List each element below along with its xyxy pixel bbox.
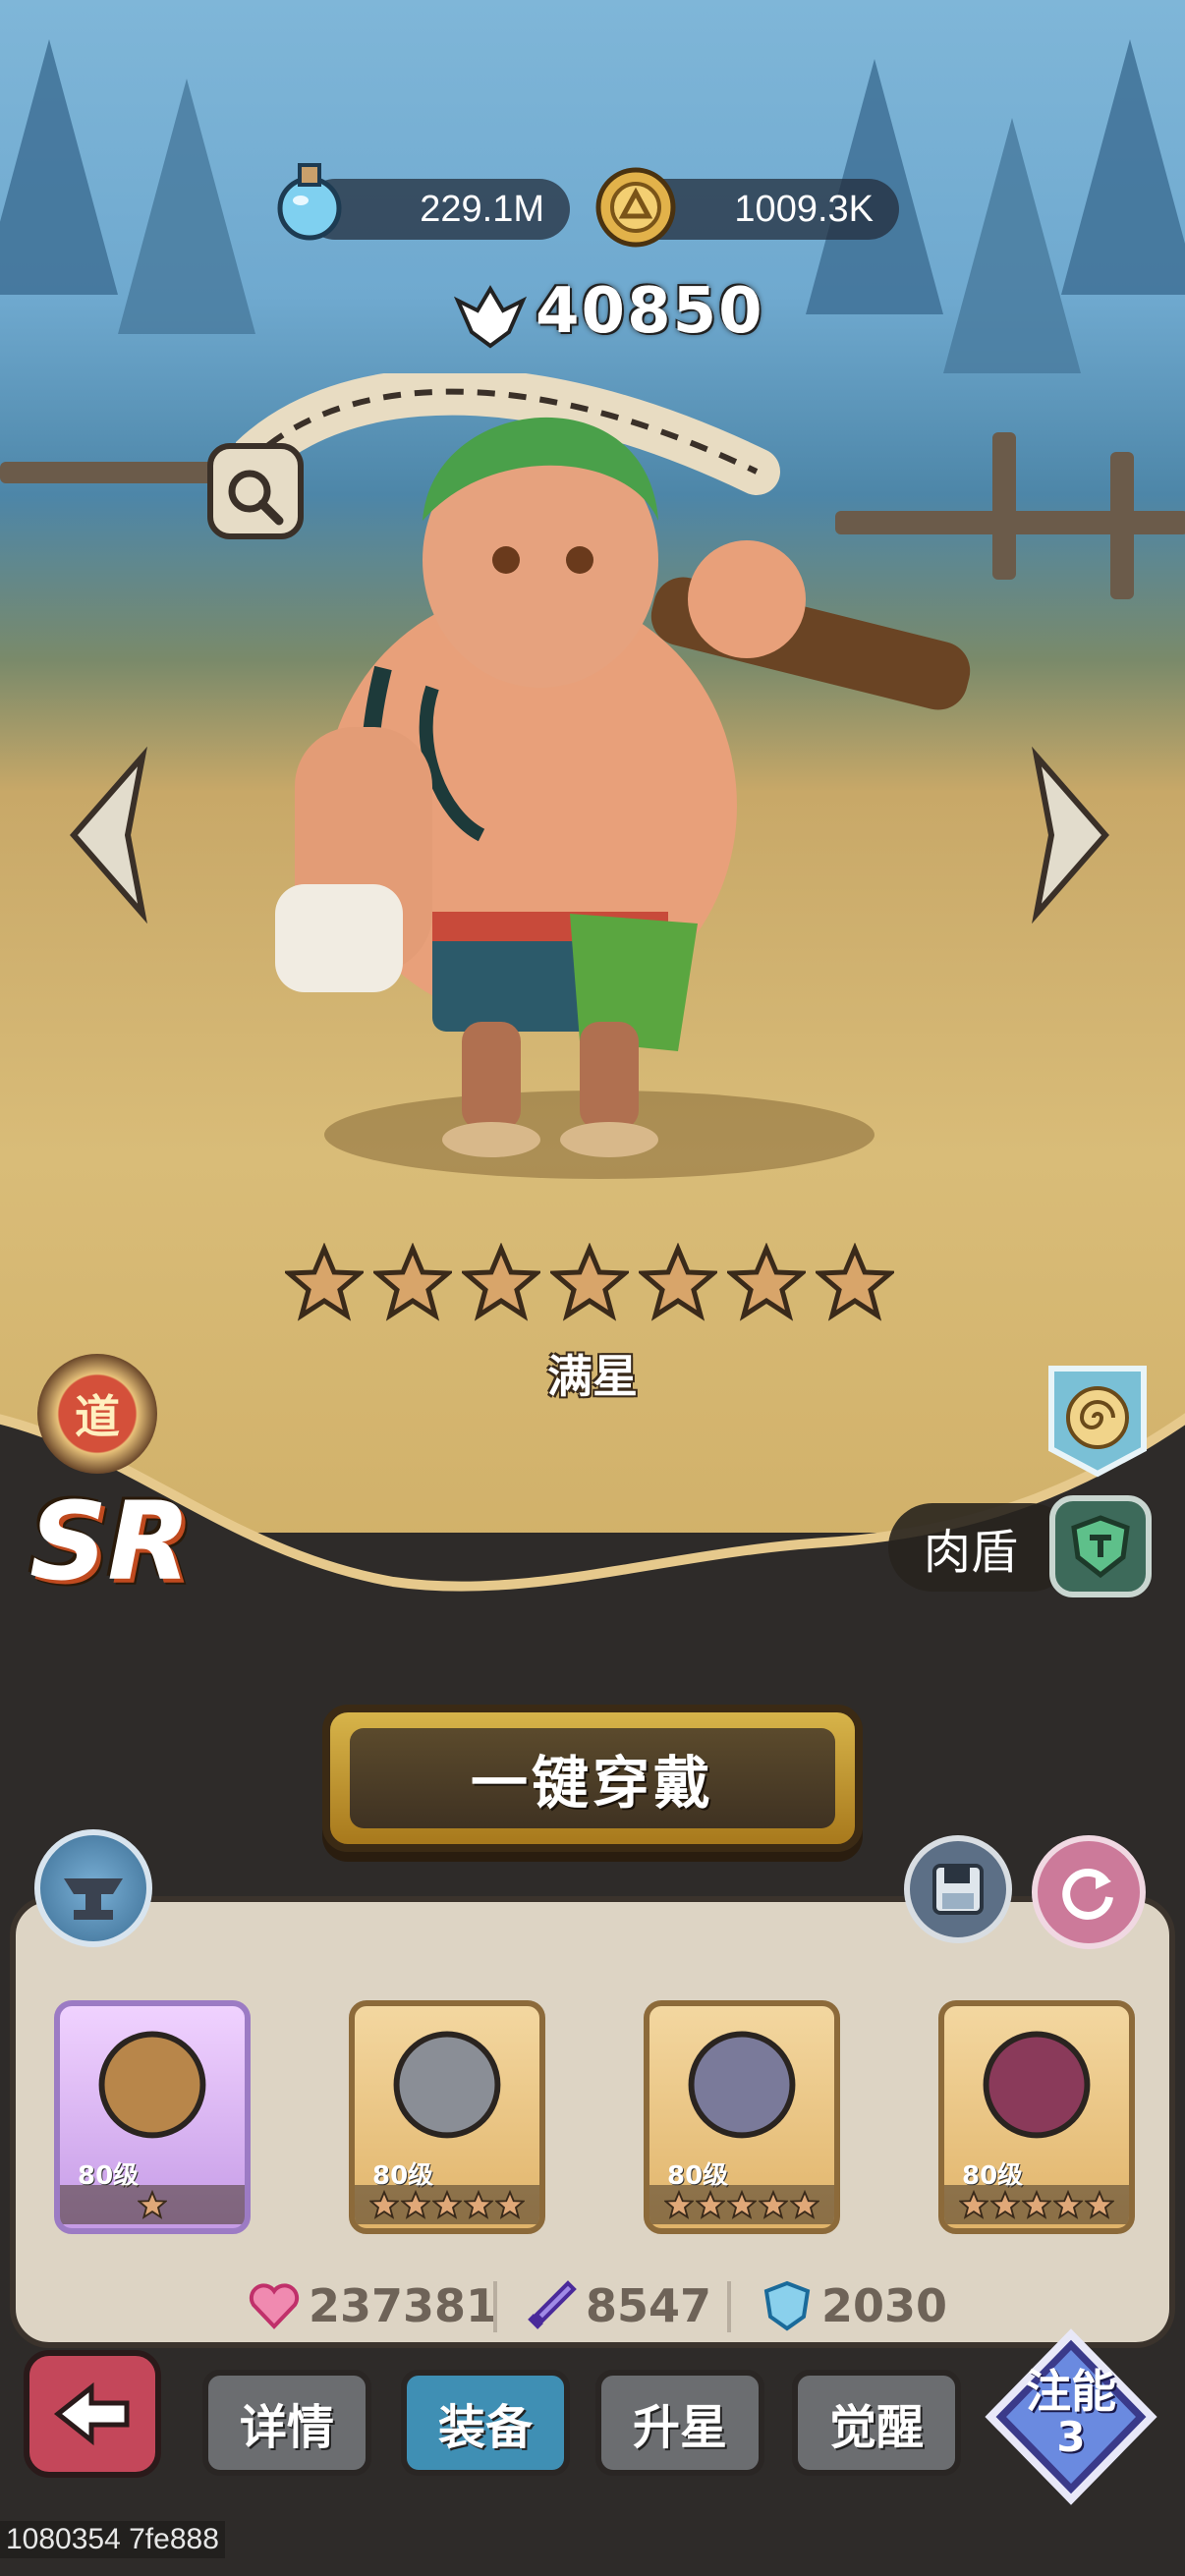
shield-icon	[1071, 1515, 1130, 1579]
refresh-icon	[1062, 1869, 1113, 1920]
equipment-star-row	[60, 2185, 245, 2224]
hero-power: 40850	[536, 275, 764, 348]
star-icon	[664, 2190, 694, 2219]
armor-icon	[393, 2031, 501, 2139]
ring-icon	[983, 2031, 1091, 2139]
stat-defense: 2030	[759, 2277, 947, 2334]
stat-defense-value: 2030	[821, 2279, 948, 2332]
power-wings-icon	[454, 285, 527, 349]
stat-divider	[727, 2281, 731, 2332]
star-icon	[462, 1243, 540, 1321]
star-icon	[990, 2190, 1020, 2219]
star-icon	[1022, 2190, 1051, 2219]
tab-2[interactable]: 升星	[595, 2370, 764, 2476]
star-icon	[816, 1243, 894, 1321]
equipment-slot-armor[interactable]: 80级	[349, 2000, 545, 2234]
equipment-star-row	[944, 2185, 1129, 2224]
stat-attack-value: 8547	[586, 2279, 712, 2332]
back-button[interactable]	[24, 2350, 161, 2478]
infuse-count: 3	[1056, 2413, 1086, 2461]
debug-text: 1080354 7fe888	[0, 2521, 225, 2558]
tab-1[interactable]: 装备	[401, 2370, 570, 2476]
save-loadout-button[interactable]	[904, 1835, 1012, 1943]
stat-divider	[493, 2281, 497, 2332]
next-hero-arrow-icon[interactable]	[1017, 747, 1115, 924]
gold-coin-icon	[595, 167, 676, 248]
sword-icon	[528, 2280, 577, 2329]
shield-defense-icon	[763, 2280, 811, 2331]
fence	[992, 432, 1016, 580]
star-icon	[550, 1243, 629, 1321]
star-icon	[373, 1243, 452, 1321]
anvil-forge-icon[interactable]	[34, 1829, 152, 1947]
fence	[1110, 452, 1134, 599]
background-tree	[943, 118, 1081, 373]
role-text: 肉盾	[924, 1525, 1019, 1580]
hammer-icon	[98, 2031, 206, 2139]
stat-attack: 8547	[523, 2277, 711, 2334]
anvil-icon	[64, 1878, 123, 1920]
tab-0[interactable]: 详情	[202, 2370, 371, 2476]
star-icon	[401, 2190, 430, 2219]
star-icon	[696, 2190, 725, 2219]
star-icon	[959, 2190, 988, 2219]
equip-all-button[interactable]: 一键穿戴	[322, 1705, 863, 1852]
star-icon	[1053, 2190, 1083, 2219]
star-icon	[369, 2190, 399, 2219]
equipment-star-row	[649, 2185, 834, 2224]
star-icon	[464, 2190, 493, 2219]
equipment-slot-helmet[interactable]: 80级	[644, 2000, 840, 2234]
stat-hp: 237381	[246, 2277, 497, 2334]
zoom-icon[interactable]	[206, 442, 305, 540]
equipment-star-row	[355, 2185, 539, 2224]
full-star-label: 满星	[547, 1350, 638, 1403]
star-icon	[727, 1243, 806, 1321]
heart-icon	[249, 2283, 300, 2329]
background-tree	[0, 39, 118, 295]
star-icon	[790, 2190, 819, 2219]
hero-star-row	[285, 1243, 894, 1321]
potion-value: 229.1M	[420, 188, 544, 230]
star-icon	[1085, 2190, 1114, 2219]
star-icon	[495, 2190, 525, 2219]
spiral-skill-icon[interactable]	[1044, 1361, 1152, 1479]
equipment-slot-ring[interactable]: 80级	[938, 2000, 1135, 2234]
star-icon	[727, 2190, 757, 2219]
tab-3[interactable]: 觉醒	[792, 2370, 961, 2476]
hero-character	[236, 373, 971, 1157]
floppy-disk-icon	[932, 1864, 984, 1915]
reset-loadout-button[interactable]	[1032, 1835, 1146, 1949]
star-icon	[138, 2190, 167, 2219]
prev-hero-arrow-icon[interactable]	[64, 747, 162, 924]
faction-glyph: 道	[75, 1390, 120, 1443]
back-arrow-icon	[53, 2381, 130, 2446]
equip-all-label: 一键穿戴	[350, 1728, 835, 1828]
coin-value: 1009.3K	[734, 188, 874, 230]
infuse-label: 注能	[1026, 2365, 1116, 2418]
stat-hp-value: 237381	[309, 2279, 498, 2332]
star-icon	[639, 1243, 717, 1321]
star-icon	[759, 2190, 788, 2219]
background-tree	[118, 79, 255, 334]
star-icon	[432, 2190, 462, 2219]
background-tree	[1061, 39, 1185, 295]
potion-icon	[277, 163, 342, 241]
rarity-badge: SR	[29, 1479, 191, 1604]
star-icon	[285, 1243, 364, 1321]
equipment-slot-hammer[interactable]: 80级	[54, 2000, 251, 2234]
helmet-icon	[688, 2031, 796, 2139]
faction-badge[interactable]: 道	[37, 1354, 157, 1474]
role-icon[interactable]	[1049, 1495, 1152, 1597]
role-label: 肉盾	[888, 1503, 1075, 1592]
